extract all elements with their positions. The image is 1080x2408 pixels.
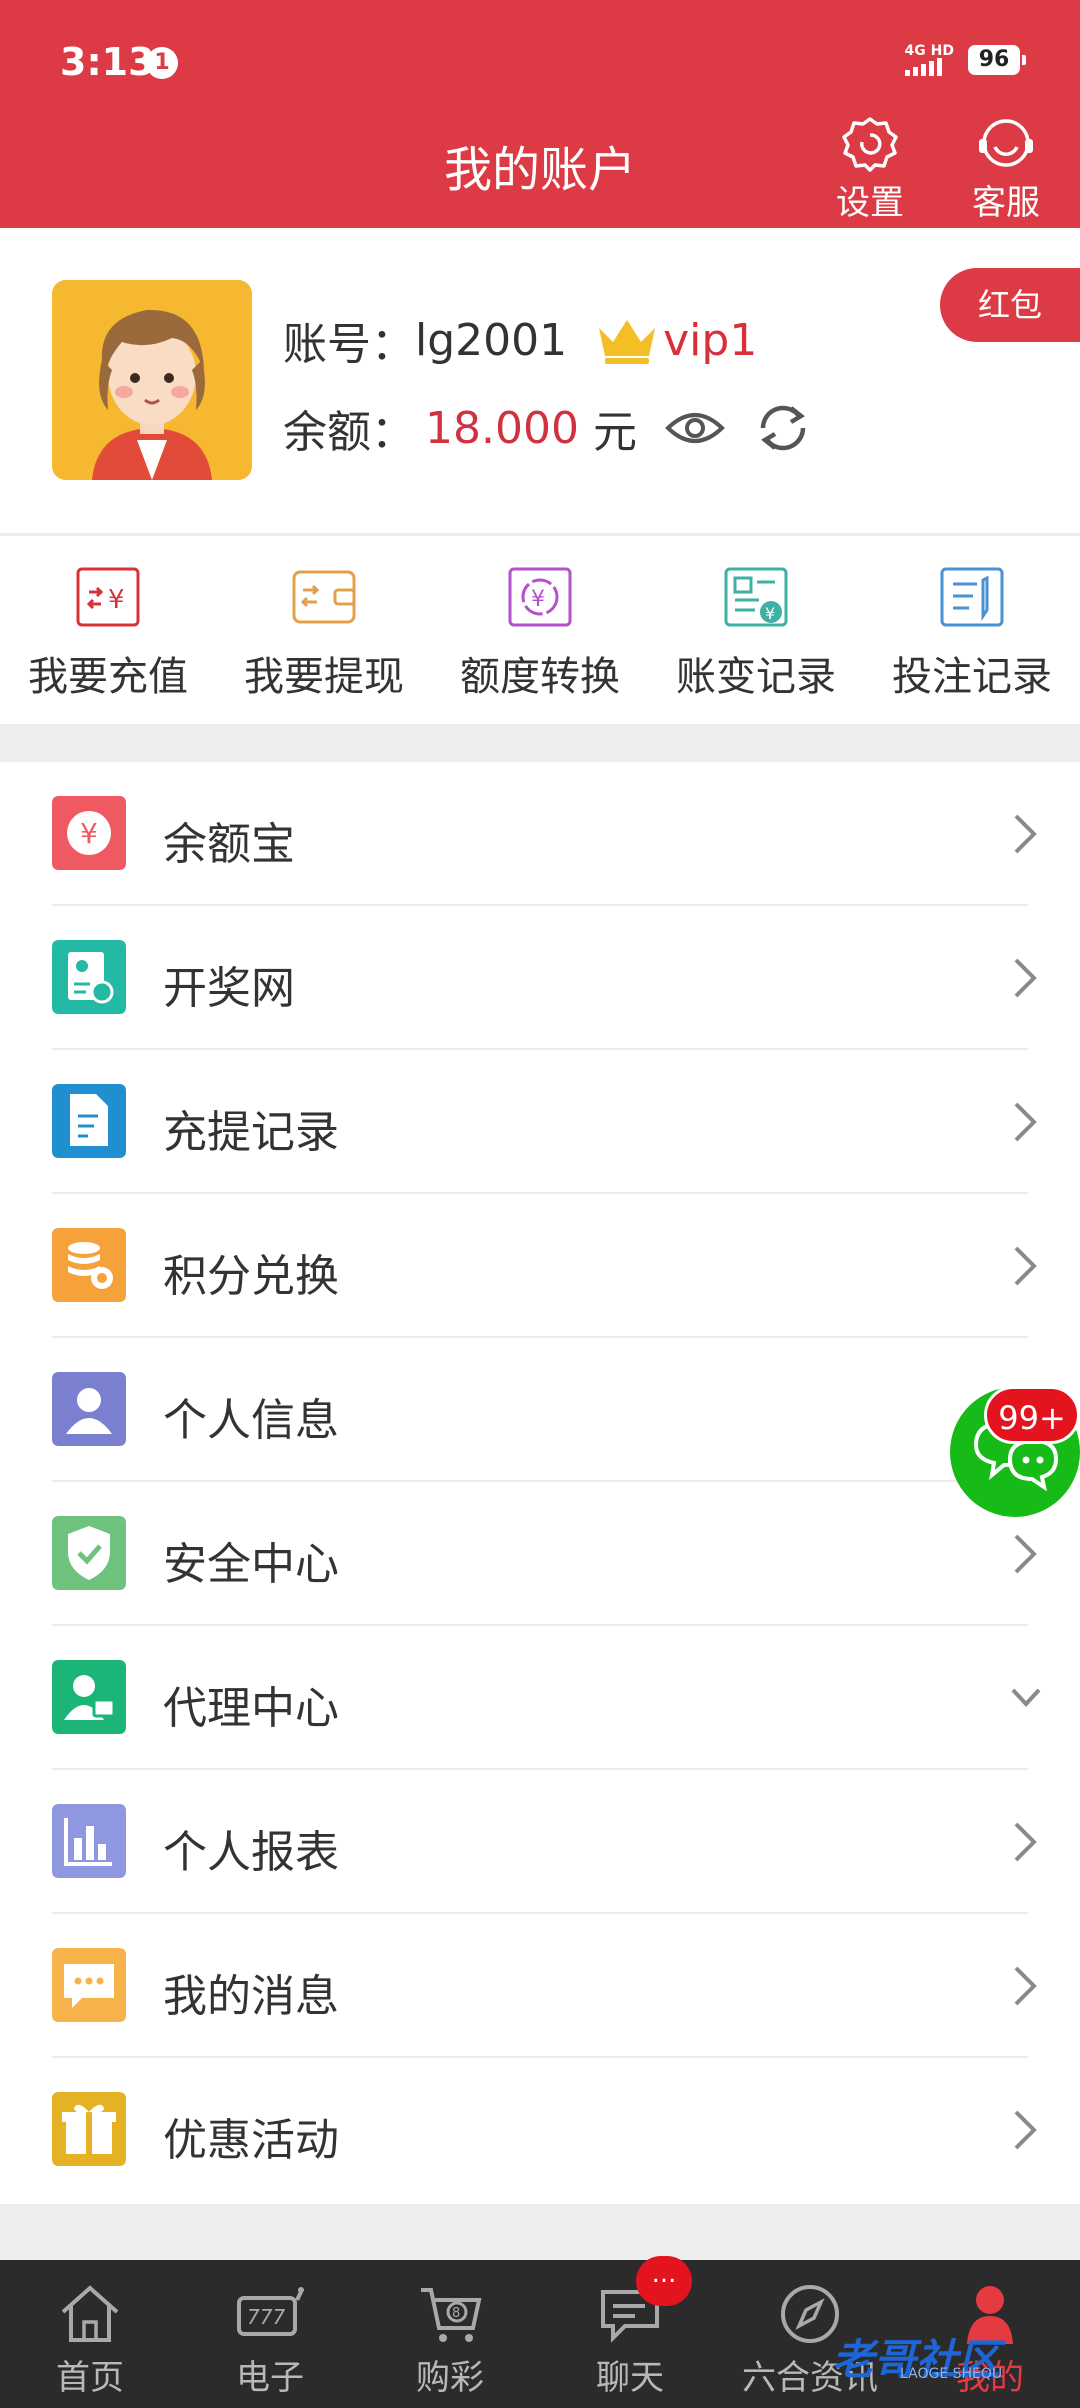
chevron-right-icon [1014,1246,1037,1286]
chevron-right-icon [1014,2110,1037,2150]
profile-card: 账号： lg2001 vip1 余额： 18.000 元 红包 [0,228,1080,533]
red-packet-button[interactable]: 红包 [940,268,1080,342]
menu-item-report[interactable]: 个人报表 [0,1770,1080,1914]
chevron-right-icon [1014,958,1037,998]
svg-text:¥: ¥ [765,604,775,623]
menu-item-messages[interactable]: 我的消息 [0,1914,1080,2058]
deposit-record-icon [52,1084,126,1158]
tab-lottery[interactable]: 8 购彩 [360,2260,540,2408]
transfer-icon: ¥ [508,567,572,627]
tab-home[interactable]: 首页 [0,2260,180,2408]
menu-item-agent[interactable]: 代理中心 [0,1626,1080,1770]
page-title: 我的账户 [443,142,636,198]
vip-level: vip1 [663,314,758,366]
chat-unread-badge: 99+ [984,1386,1080,1444]
menu-item-lottery-site[interactable]: 开奖网 [0,906,1080,1050]
network-indicator: 4G HD [904,44,954,76]
gift-icon [52,2092,126,2166]
withdraw-icon [292,570,356,624]
quick-action-transfer[interactable]: ¥ 额度转换 [432,536,648,724]
menu-item-personal-info[interactable]: 个人信息 [0,1338,1080,1482]
customer-service-button[interactable]: 客服 [972,115,1040,224]
chevron-right-icon [1014,1966,1037,2006]
section-gap-bottom [0,2204,1080,2260]
menu-list: ¥ 余额宝 开奖网 充提记录 积分兑换 个人信息 安全中心 代理中心 个人报表 … [0,762,1080,2202]
account-name: lg2001 [415,314,568,366]
signal-icon [904,58,942,76]
headset-icon [979,119,1033,167]
avatar[interactable] [52,280,252,480]
svg-text:¥: ¥ [108,585,125,615]
svg-text:8: 8 [452,2306,460,2321]
report-icon [52,1804,126,1878]
watermark-subtitle: LAOGE SHEQU [900,2366,1003,2382]
notification-badge: 1 [146,47,178,79]
quick-action-recharge[interactable]: ¥ 我要充值 [0,536,216,724]
lottery-site-icon [52,940,126,1014]
header: 3:13 1 4G HD 96 我的账户 设置 客服 [0,0,1080,228]
home-icon [61,2285,119,2342]
refresh-icon[interactable] [755,402,811,454]
menu-item-promotions[interactable]: 优惠活动 [0,2058,1080,2202]
quick-action-account-record[interactable]: ¥ 账变记录 [648,536,864,724]
account-record-icon: ¥ [724,567,788,627]
agent-icon [52,1660,126,1734]
menu-item-points[interactable]: 积分兑换 [0,1194,1080,1338]
eye-icon[interactable] [665,408,725,448]
yuebao-icon: ¥ [52,796,126,870]
svg-text:777: 777 [247,2305,285,2329]
chevron-right-icon [1014,814,1037,854]
status-time: 3:13 [60,40,155,84]
menu-item-yuebao[interactable]: ¥ 余额宝 [0,762,1080,906]
quick-action-withdraw[interactable]: 我要提现 [216,536,432,724]
tab-chat[interactable]: 聊天 [540,2260,720,2408]
gear-icon [842,117,898,172]
settings-button[interactable]: 设置 [836,115,904,224]
recharge-icon: ¥ [76,567,140,627]
points-icon [52,1228,126,1302]
chevron-right-icon [1014,1102,1037,1142]
menu-item-security[interactable]: 安全中心 [0,1482,1080,1626]
menu-item-deposit-record[interactable]: 充提记录 [0,1050,1080,1194]
bet-record-icon [940,567,1004,627]
svg-text:¥: ¥ [531,587,545,612]
quick-actions: ¥ 我要充值 我要提现 ¥ 额度转换 ¥ 账变记录 投注记录 [0,536,1080,724]
quick-action-bet-record[interactable]: 投注记录 [864,536,1080,724]
chevron-right-icon [1014,1822,1037,1862]
message-icon [52,1948,126,2022]
section-gap [0,724,1080,762]
chevron-down-icon [1011,1688,1041,1707]
svg-text:¥: ¥ [80,817,98,850]
battery-icon: 96 [968,45,1026,75]
crown-icon [599,320,656,364]
balance-amount: 18.000 [425,402,579,454]
balance-row: 余额： 18.000 元 [283,396,811,460]
shield-icon [52,1516,126,1590]
chevron-right-icon [1014,1534,1037,1574]
cart-icon: 8 [421,2288,482,2342]
account-row: 账号： lg2001 vip1 [283,314,758,371]
status-icons: 4G HD 96 [904,44,1026,76]
user-icon [52,1372,126,1446]
slot-icon: 777 [237,2287,304,2336]
chat-tab-badge: ... [636,2256,692,2306]
tab-electronic[interactable]: 777 电子 [180,2260,360,2408]
